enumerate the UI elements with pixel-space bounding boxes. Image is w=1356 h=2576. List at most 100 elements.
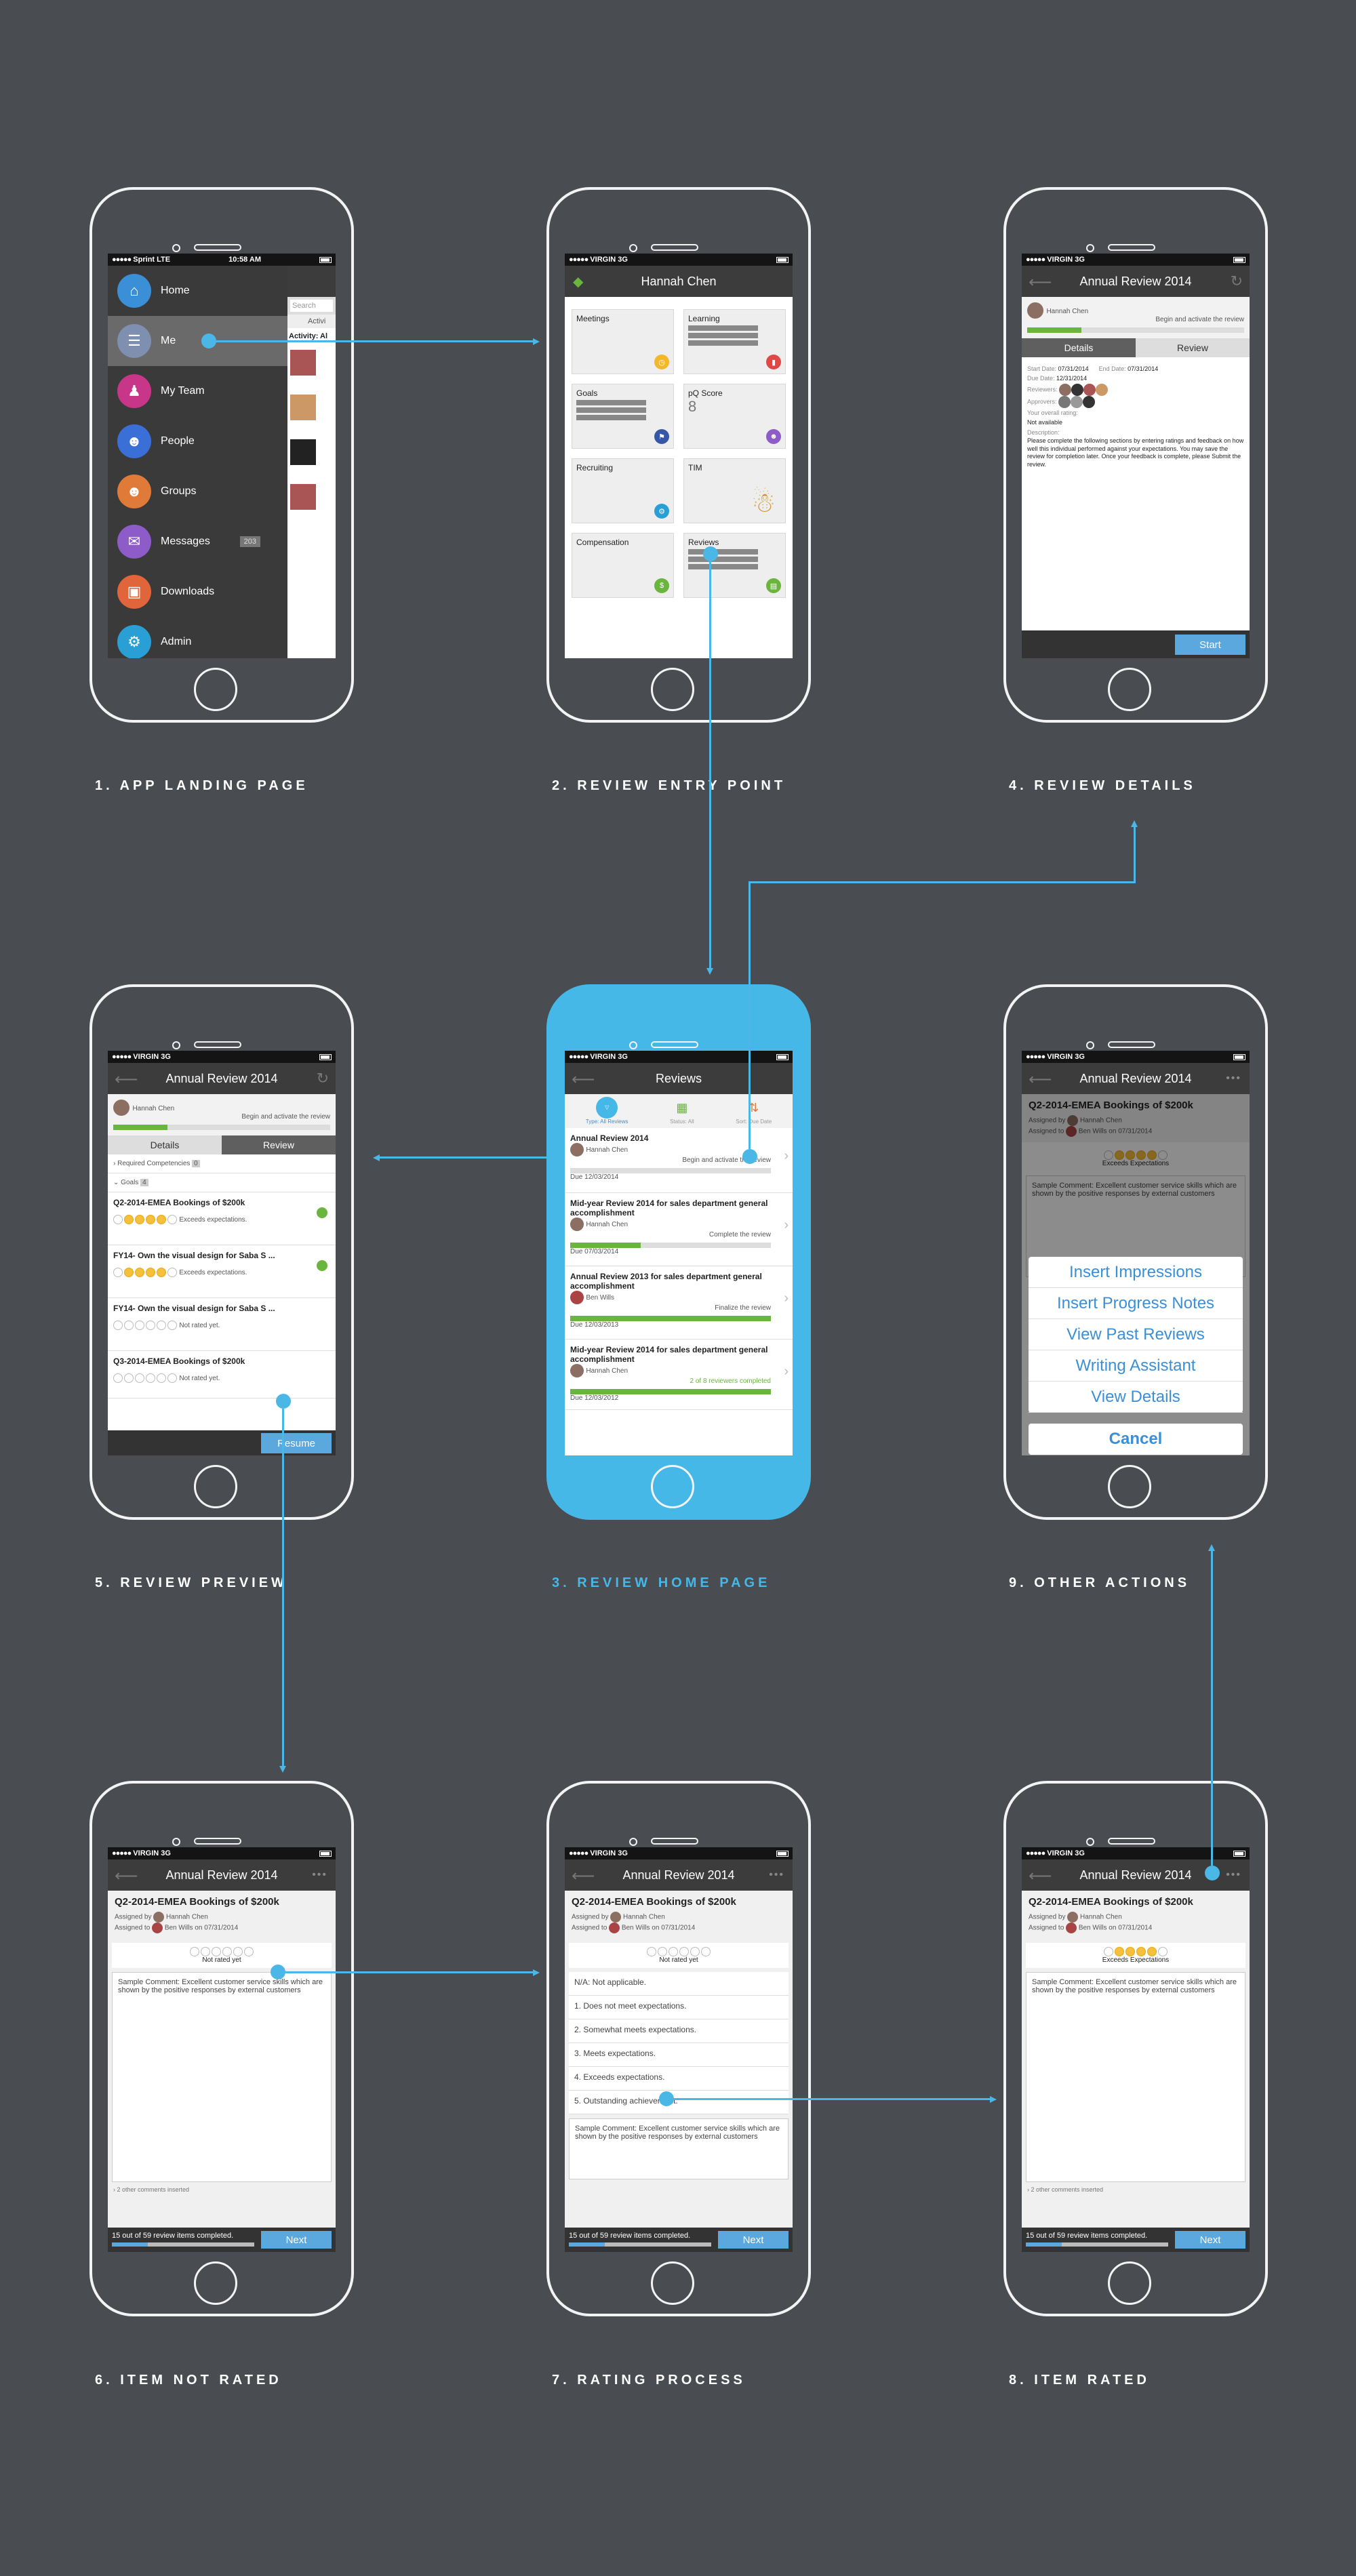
filter-sort[interactable]: ⇅ Sort: Due Date (736, 1097, 772, 1128)
cancel-button[interactable]: Cancel (1029, 1424, 1243, 1455)
screen: ●●●●● VIRGIN 3G ⟵ Annual Review 2014 ••• Q… (1022, 1051, 1250, 1455)
tab-details[interactable]: Details (1022, 338, 1136, 357)
filter-status[interactable]: ▦ Status: All (670, 1097, 694, 1128)
rating-option[interactable]: 5. Outstanding achievement. (569, 2091, 789, 2114)
screen: ●●●●● VIRGIN 3G ⟵ Reviews ▽ Type: All Revi… (565, 1051, 793, 1455)
goal-item[interactable]: Q2-2014-EMEA Bookings of $200k Exceeds e… (108, 1192, 336, 1245)
menu-item-downloads[interactable]: ▣ Downloads (108, 567, 287, 617)
rating-option[interactable]: 4. Exceeds expectations. (569, 2067, 789, 2091)
rating-box[interactable]: Not rated yet (569, 1943, 789, 1968)
home-button[interactable] (1108, 668, 1151, 711)
home-button[interactable] (194, 1465, 237, 1508)
home-button[interactable] (651, 668, 694, 711)
back-arrow-icon[interactable]: ⟵ (1029, 1070, 1052, 1089)
home-button[interactable] (194, 2261, 237, 2305)
download-icon: ▣ (117, 575, 151, 609)
comment-box[interactable]: Sample Comment: Excellent customer servi… (1026, 1972, 1245, 2182)
tile-learning[interactable]: Learning ▮ (683, 309, 786, 374)
menu-item-home[interactable]: ⌂ Home (108, 266, 287, 316)
connector-arrow (1131, 820, 1138, 827)
tile-meetings[interactable]: Meetings ◷ (572, 309, 674, 374)
refresh-icon[interactable]: ↻ (317, 1070, 329, 1087)
rating-option[interactable]: N/A: Not applicable. (569, 1972, 789, 1996)
tile-reviews[interactable]: Reviews ▤ (683, 533, 786, 598)
speaker (651, 244, 698, 251)
section-competencies[interactable]: › Required Competencies 0 (108, 1154, 336, 1173)
back-arrow-icon[interactable]: ⟵ (115, 1070, 138, 1089)
tab-bar: Details Review (108, 1135, 336, 1154)
more-icon[interactable]: ••• (1226, 1869, 1241, 1881)
action-view-details[interactable]: View Details (1029, 1382, 1243, 1413)
goal-item[interactable]: FY14- Own the visual design for Saba S .… (108, 1245, 336, 1298)
rating-box[interactable]: Not rated yet (112, 1943, 332, 1968)
section-goals[interactable]: ⌄ Goals 4 (108, 1173, 336, 1192)
connector-line (216, 340, 533, 342)
tab-review[interactable]: Review (222, 1135, 336, 1154)
battery-icon (319, 1850, 332, 1857)
home-button[interactable] (651, 1465, 694, 1508)
rating-option[interactable]: 3. Meets expectations. (569, 2043, 789, 2067)
action-view-past-reviews[interactable]: View Past Reviews (1029, 1319, 1243, 1350)
speaker (194, 1838, 241, 1845)
resume-button[interactable]: Resume (261, 1433, 332, 1453)
tile-pq-score[interactable]: pQ Score 8 ☻ (683, 384, 786, 449)
next-button[interactable]: Next (1175, 2231, 1245, 2249)
review-list-item[interactable]: Annual Review 2013 for sales department … (565, 1266, 793, 1340)
camera (629, 1041, 637, 1049)
action-insert-impressions[interactable]: Insert Impressions (1029, 1257, 1243, 1288)
more-icon[interactable]: ••• (1226, 1072, 1241, 1085)
next-button[interactable]: Next (718, 2231, 789, 2249)
rating-box[interactable]: Exceeds Expectations (1026, 1943, 1245, 1968)
back-arrow-icon[interactable]: ⟵ (572, 1070, 595, 1089)
back-arrow-icon[interactable]: ⟵ (572, 1866, 595, 1886)
home-button[interactable] (651, 2261, 694, 2305)
comment-box[interactable]: Sample Comment: Excellent customer servi… (112, 1972, 332, 2182)
home-button[interactable] (1108, 2261, 1151, 2305)
goal-item[interactable]: FY14- Own the visual design for Saba S .… (108, 1298, 336, 1351)
logo-icon: ◆ (573, 274, 584, 289)
speaker (1108, 1041, 1155, 1048)
tile-goals[interactable]: Goals ⚑ (572, 384, 674, 449)
menu-item-my-team[interactable]: ♟ My Team (108, 366, 287, 416)
comment-box[interactable]: Sample Comment: Excellent customer servi… (569, 2118, 789, 2179)
tile-tim[interactable]: TIM ☃ (683, 458, 786, 523)
feed-tab[interactable]: Activi (287, 315, 336, 328)
label-6: 6. ITEM NOT RATED (95, 2373, 282, 2388)
review-list-item[interactable]: Mid-year Review 2014 for sales departmen… (565, 1340, 793, 1410)
filter-type[interactable]: ▽ Type: All Reviews (586, 1097, 629, 1128)
more-icon[interactable]: ••• (769, 1869, 784, 1881)
other-comments[interactable]: › 2 other comments inserted (108, 2186, 336, 2193)
tile-recruiting[interactable]: Recruiting ⚙ (572, 458, 674, 523)
home-button[interactable] (1108, 1465, 1151, 1508)
search-input[interactable]: Search (290, 300, 333, 312)
tile-compensation[interactable]: Compensation $ (572, 533, 674, 598)
menu-item-messages[interactable]: ✉ Messages 203 (108, 517, 287, 567)
menu-item-admin[interactable]: ⚙ Admin (108, 617, 287, 658)
other-comments[interactable]: › 2 other comments inserted (1022, 2186, 1250, 2193)
title-bar: ◆ Hannah Chen (565, 266, 793, 297)
back-arrow-icon[interactable]: ⟵ (115, 1866, 138, 1886)
home-button[interactable] (194, 668, 237, 711)
rating-option[interactable]: 1. Does not meet expectations. (569, 1996, 789, 2019)
goal-item[interactable]: Q3-2014-EMEA Bookings of $200k Not rated… (108, 1351, 336, 1398)
tab-details[interactable]: Details (108, 1135, 222, 1154)
review-list-item[interactable]: Annual Review 2014 Hannah Chen Begin and … (565, 1128, 793, 1193)
tab-review[interactable]: Review (1136, 338, 1250, 357)
cancel-sheet: Cancel (1029, 1424, 1243, 1455)
label-2: 2. REVIEW ENTRY POINT (552, 778, 786, 793)
menu-item-groups[interactable]: ☻ Groups (108, 466, 287, 517)
next-button[interactable]: Next (261, 2231, 332, 2249)
menu-item-people[interactable]: ☻ People (108, 416, 287, 466)
review-list-item[interactable]: Mid-year Review 2014 for sales departmen… (565, 1193, 793, 1266)
battery-icon (1233, 256, 1245, 263)
more-icon[interactable]: ••• (312, 1869, 327, 1881)
action-insert-progress-notes[interactable]: Insert Progress Notes (1029, 1288, 1243, 1319)
back-arrow-icon[interactable]: ⟵ (1029, 1866, 1052, 1886)
gear-icon: ⚙ (654, 504, 669, 519)
rating-option[interactable]: 2. Somewhat meets expectations. (569, 2019, 789, 2043)
back-arrow-icon[interactable]: ⟵ (1029, 273, 1052, 292)
refresh-icon[interactable]: ↻ (1231, 273, 1243, 290)
speaker (194, 1041, 241, 1048)
start-button[interactable]: Start (1175, 635, 1245, 655)
action-writing-assistant[interactable]: Writing Assistant (1029, 1350, 1243, 1382)
